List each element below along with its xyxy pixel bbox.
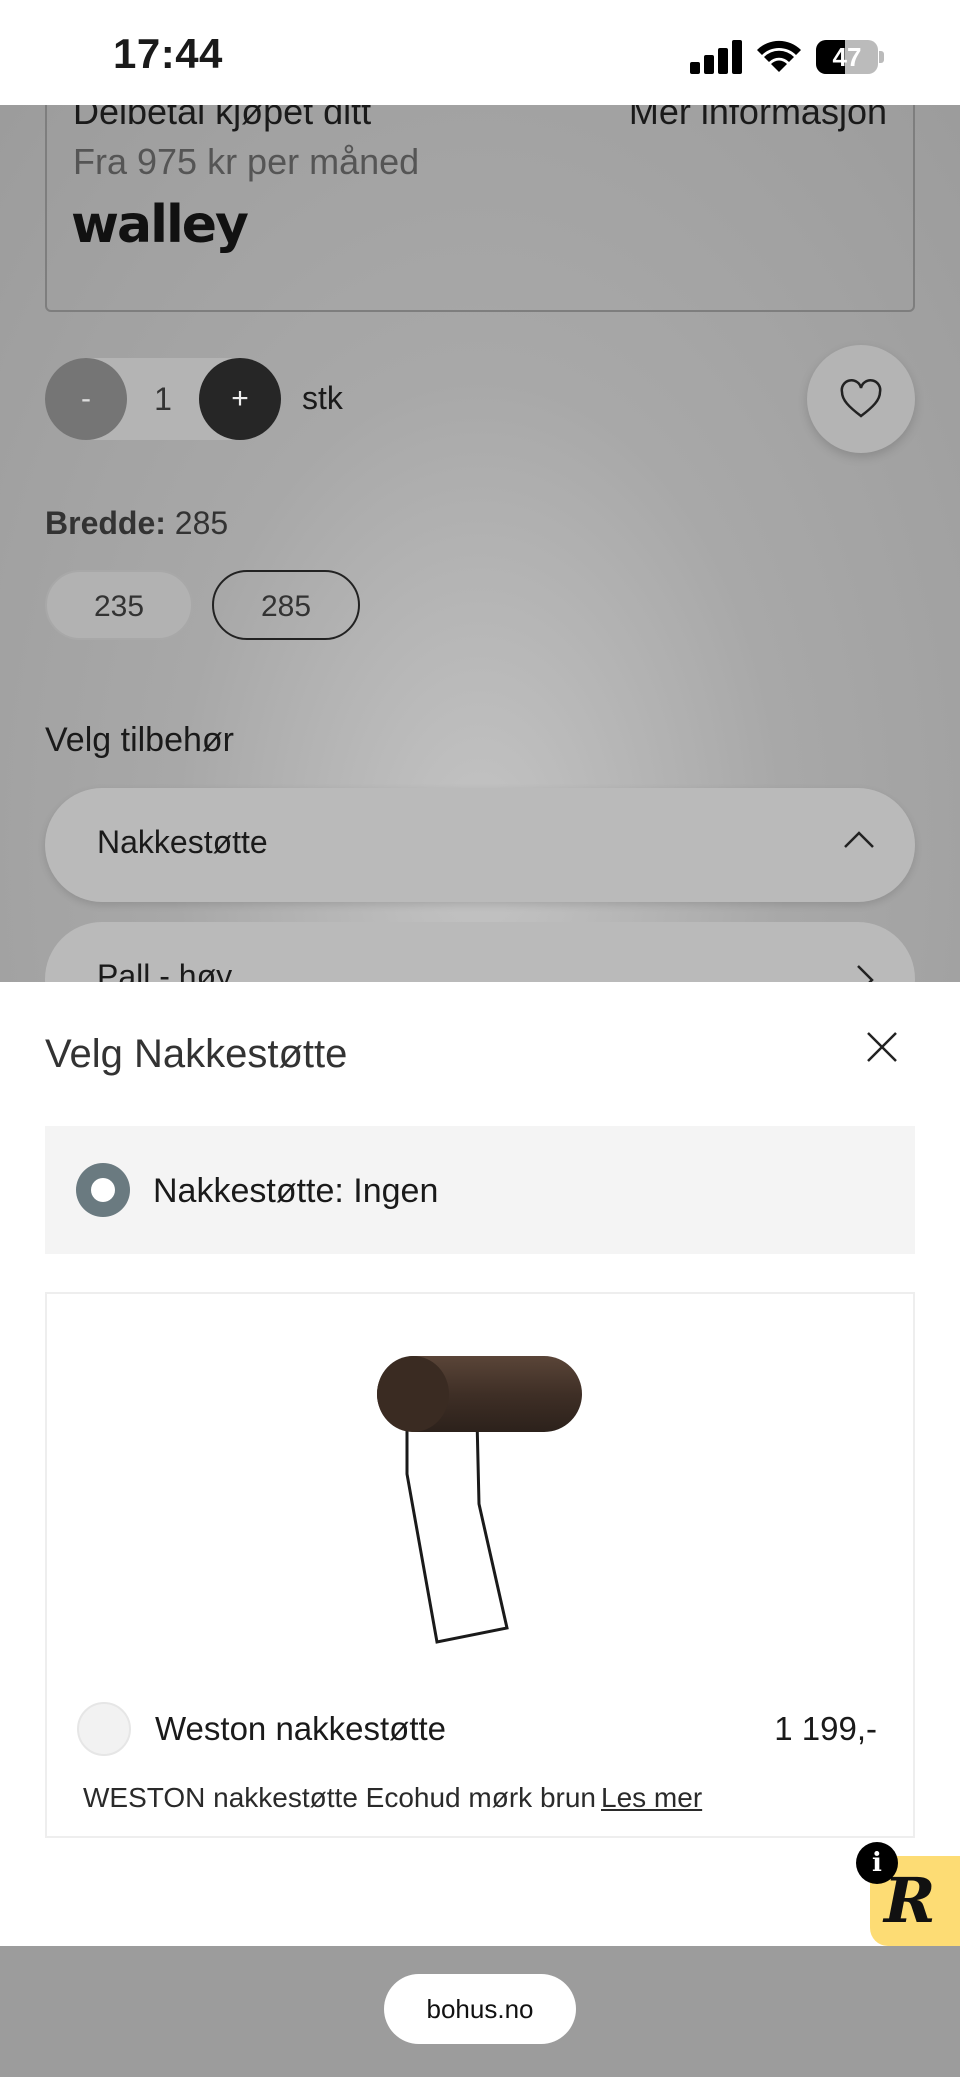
radio-selected[interactable] (76, 1163, 130, 1217)
width-option-285[interactable]: 285 (212, 570, 360, 640)
product-option-card[interactable]: Weston nakkestøtte 1 199,- WESTON nakkes… (45, 1292, 915, 1838)
width-selected-value: 285 (174, 505, 229, 541)
quantity-unit: stk (302, 380, 343, 416)
cellular-signal-icon (690, 40, 742, 74)
chevron-up-icon (844, 831, 874, 848)
close-icon[interactable] (862, 1027, 902, 1067)
radio-unselected[interactable] (77, 1702, 131, 1756)
quantity-stepper: - 1 + (45, 358, 281, 440)
width-option-235[interactable]: 235 (45, 570, 193, 640)
battery-level: 47 (832, 42, 862, 72)
battery-icon: 47 (816, 40, 884, 74)
heart-icon (840, 379, 882, 418)
status-time: 17:44 (113, 30, 223, 77)
favorite-button[interactable] (807, 345, 915, 453)
browser-toolbar: bohus.no (0, 1946, 960, 2077)
chevron-right-icon (857, 965, 874, 982)
accessory-label: Pall - høy (97, 958, 233, 982)
neck-support-sheet: Velg Nakkestøtte Nakkestøtte: Ingen West… (0, 982, 960, 1946)
info-icon[interactable]: i (856, 1842, 898, 1884)
walley-price-text: Fra 975 kr per måned (73, 141, 420, 182)
product-name: Weston nakkestøtte (155, 1710, 447, 1747)
product-page-overlay: Delbetal kjøpet ditt Mer informasjon Fra… (0, 105, 960, 982)
option-label: Nakkestøtte: Ingen (153, 1172, 439, 1210)
quantity-increase-button[interactable]: + (199, 358, 281, 440)
accessories-heading: Velg tilbehør (45, 721, 234, 759)
accessory-label: Nakkestøtte (97, 824, 268, 860)
read-more-link[interactable]: Les mer (601, 1782, 702, 1814)
walley-title: Delbetal kjøpet ditt (73, 105, 372, 132)
sheet-title: Velg Nakkestøtte (45, 1032, 348, 1076)
option-no-neck-support[interactable]: Nakkestøtte: Ingen (45, 1126, 915, 1254)
width-label: Bredde: 285 (45, 505, 229, 541)
quantity-value: 1 (154, 381, 172, 417)
address-bar[interactable]: bohus.no (384, 1974, 576, 2044)
walley-more-info-link[interactable]: Mer informasjon (629, 105, 887, 133)
status-bar: 17:44 47 (0, 0, 960, 105)
quantity-decrease-button[interactable]: - (45, 358, 127, 440)
walley-logo: walley (71, 195, 249, 255)
product-description: WESTON nakkestøtte Ecohud mørk brun (83, 1782, 596, 1813)
accessory-stool-high[interactable]: Pall - høy (45, 922, 915, 982)
product-price: 1 199,- (774, 1710, 877, 1747)
neck-support-product-image (377, 1356, 582, 1644)
accessory-neck-support[interactable]: Nakkestøtte (45, 788, 915, 902)
wifi-icon (757, 40, 801, 72)
walley-payment-box: Delbetal kjøpet ditt Mer informasjon Fra… (45, 105, 915, 312)
